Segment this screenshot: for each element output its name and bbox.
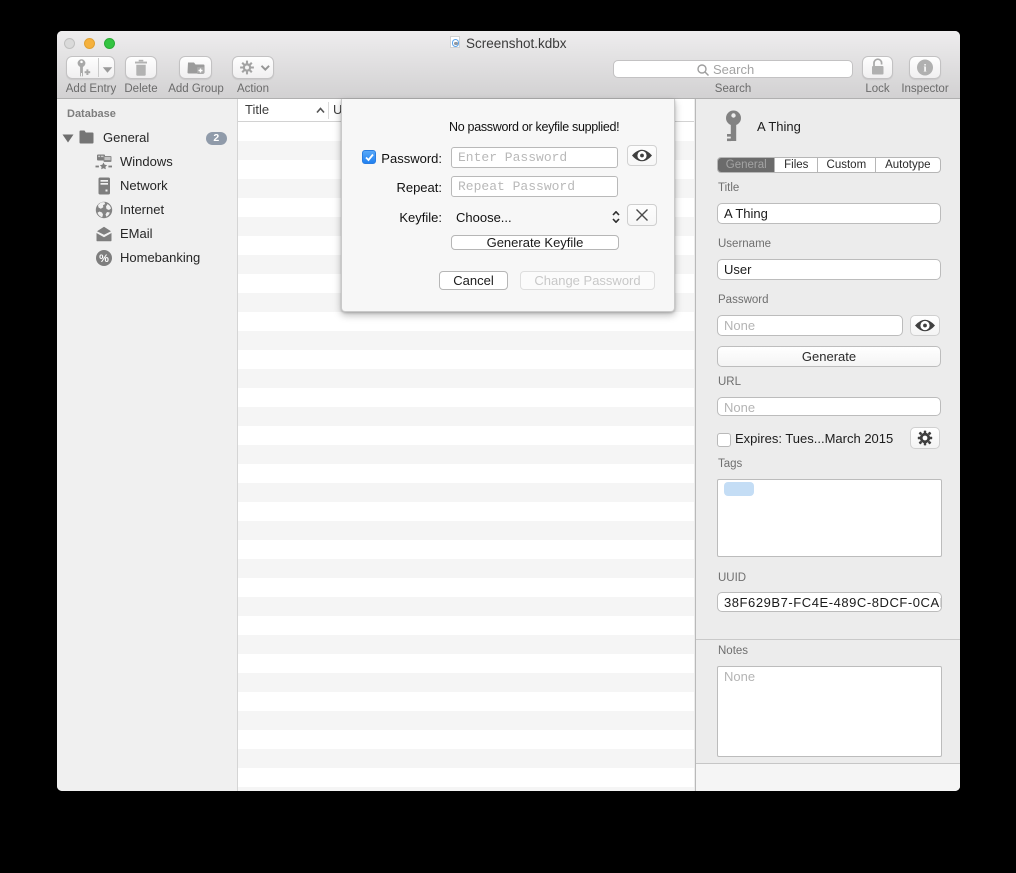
svg-text:%: %	[99, 253, 109, 265]
svg-text:i: i	[923, 63, 926, 75]
